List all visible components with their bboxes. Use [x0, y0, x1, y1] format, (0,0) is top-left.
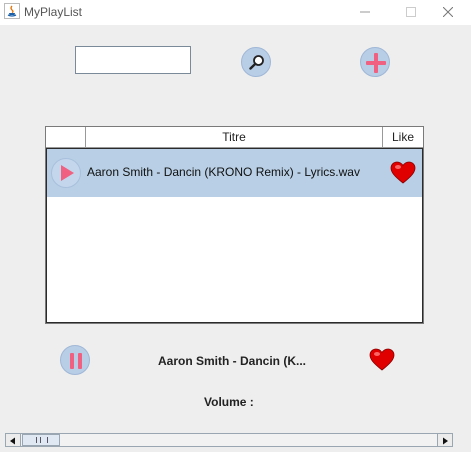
- grip-icon: [36, 437, 48, 443]
- scroll-right-button[interactable]: [437, 434, 452, 446]
- heart-icon: [390, 161, 416, 184]
- minimize-button[interactable]: [342, 0, 388, 25]
- now-playing-like-button[interactable]: [369, 348, 395, 377]
- arrow-right-icon: [443, 437, 448, 445]
- pause-button[interactable]: [60, 345, 90, 375]
- song-title: Aaron Smith - Dancin (KRONO Remix) - Lyr…: [87, 165, 360, 179]
- row-like-button[interactable]: [390, 161, 416, 190]
- window-title: MyPlayList: [24, 5, 83, 19]
- heart-icon: [369, 348, 395, 371]
- minimize-icon: [360, 11, 370, 13]
- search-button[interactable]: [241, 47, 271, 77]
- java-icon: [4, 3, 20, 19]
- row-play-button[interactable]: [51, 158, 81, 188]
- plus-icon: [366, 53, 386, 73]
- volume-slider-thumb[interactable]: [22, 434, 60, 446]
- column-header-like[interactable]: Like: [383, 127, 423, 147]
- column-header-play[interactable]: [46, 127, 86, 147]
- magnifier-icon: [249, 55, 264, 70]
- now-playing-title: Aaron Smith - Dancin (K...: [158, 354, 307, 368]
- close-icon: [443, 7, 453, 17]
- play-icon: [61, 165, 74, 181]
- title-bar: MyPlayList: [0, 0, 471, 25]
- volume-label: Volume :: [204, 395, 254, 409]
- table-row[interactable]: Aaron Smith - Dancin (KRONO Remix) - Lyr…: [47, 149, 422, 197]
- scroll-left-button[interactable]: [6, 434, 21, 446]
- add-song-button[interactable]: [360, 47, 390, 77]
- table-body: Aaron Smith - Dancin (KRONO Remix) - Lyr…: [46, 148, 423, 323]
- column-header-title[interactable]: Titre: [86, 127, 383, 147]
- playlist-table: Titre Like Aaron Smith - Dancin (KRONO R…: [45, 126, 424, 324]
- arrow-left-icon: [10, 437, 15, 445]
- search-input[interactable]: [75, 46, 191, 74]
- maximize-icon: [406, 7, 416, 17]
- close-button[interactable]: [425, 0, 471, 25]
- volume-slider[interactable]: [5, 433, 453, 447]
- table-header: Titre Like: [46, 127, 423, 148]
- pause-icon: [70, 353, 82, 369]
